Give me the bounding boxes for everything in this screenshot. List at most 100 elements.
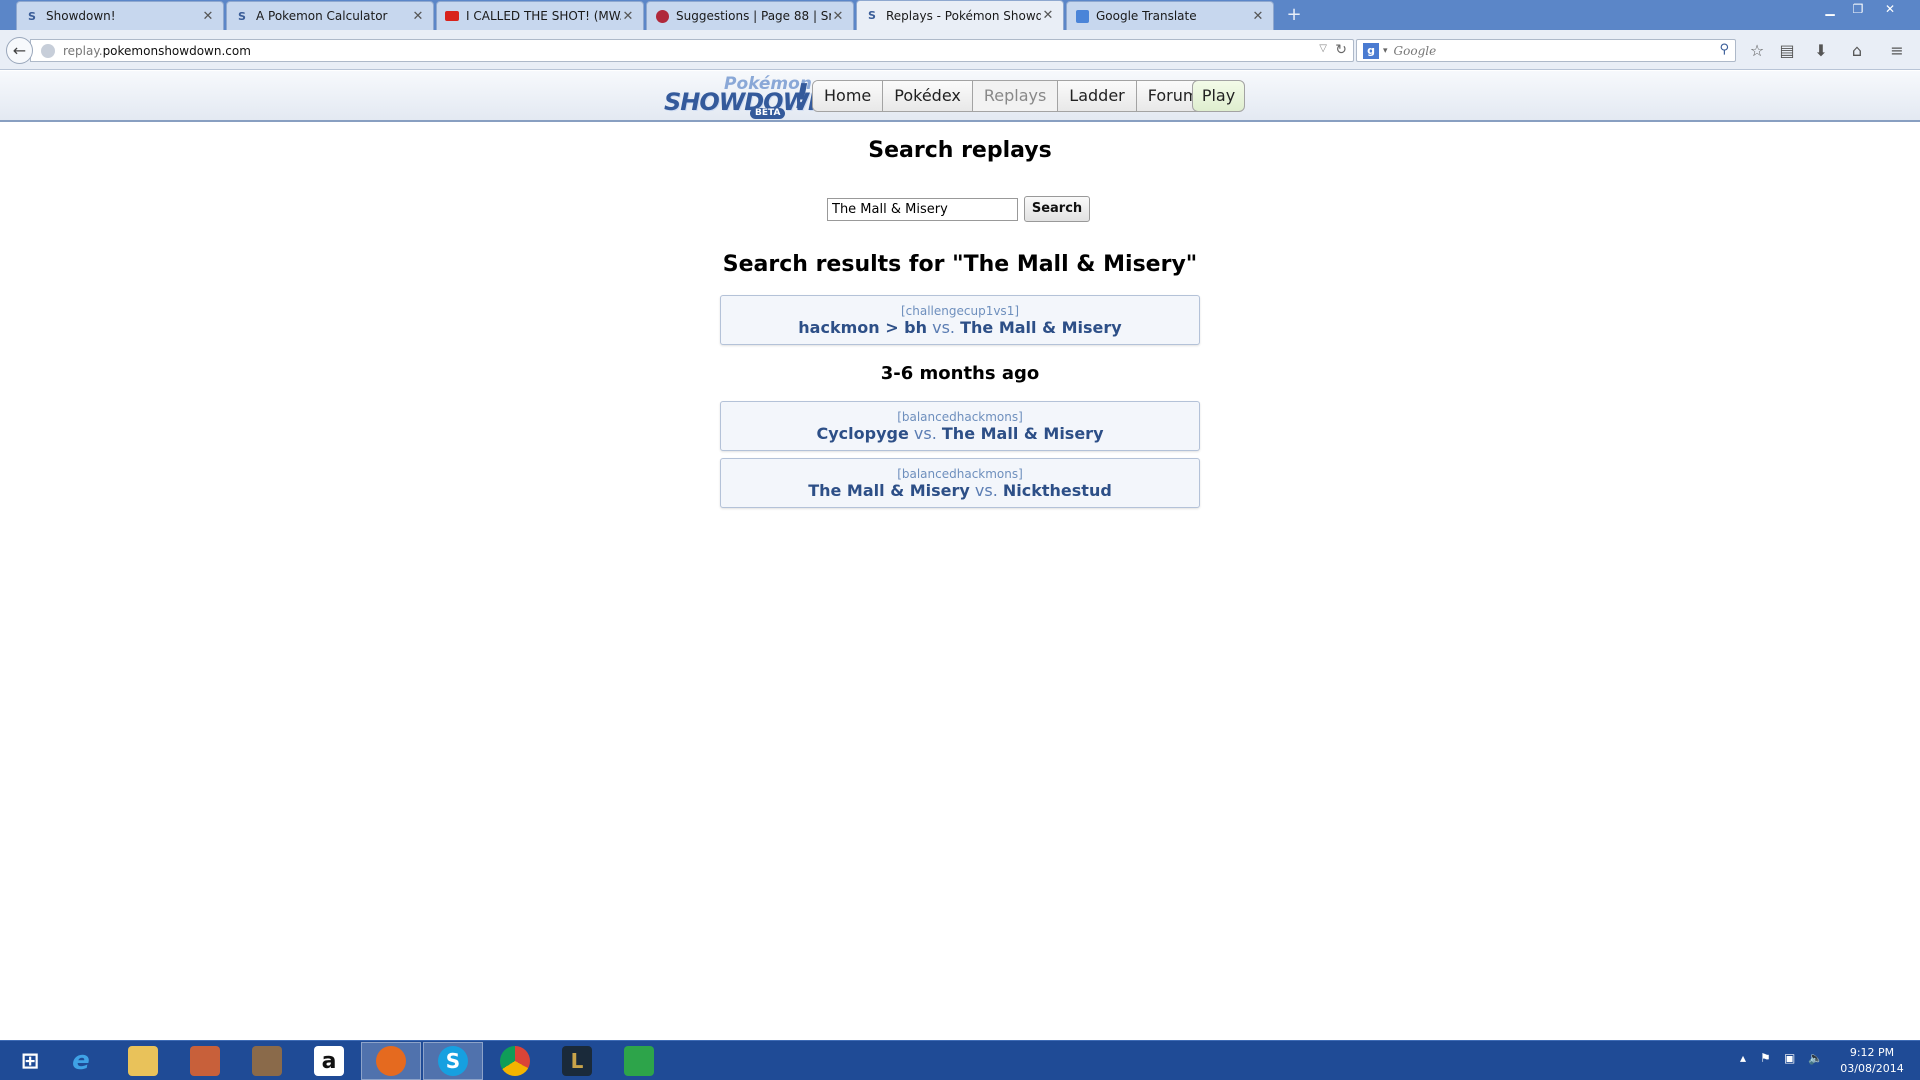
replay-format: [balancedhackmons] — [897, 410, 1023, 424]
taskbar-app-active[interactable] — [361, 1042, 421, 1080]
replay-format: [challengecup1vs1] — [900, 304, 1020, 318]
store-icon — [624, 1046, 654, 1076]
url-host: pokemonshowdown.com — [102, 43, 251, 58]
google-engine-icon[interactable]: g — [1363, 42, 1379, 59]
clock-date: 03/08/2014 — [1840, 1062, 1904, 1075]
tab-label: A Pokemon Calculator — [256, 9, 388, 23]
close-icon[interactable]: ✕ — [621, 9, 635, 24]
browser-tab[interactable]: S A Pokemon Calculator ✕ — [226, 1, 434, 30]
player-two: The Mall & Misery — [960, 318, 1122, 337]
search-icon[interactable]: ⚲ — [1719, 42, 1729, 57]
amazon-icon: a — [314, 1046, 344, 1076]
bookmark-star-icon[interactable]: ☆ — [1746, 40, 1768, 62]
taskbar-app[interactable]: e — [51, 1042, 111, 1080]
taskbar-app[interactable] — [175, 1042, 235, 1080]
back-button[interactable]: ← — [6, 37, 33, 64]
skype-icon: S — [438, 1046, 468, 1076]
nav-ladder[interactable]: Ladder — [1058, 81, 1137, 111]
close-icon[interactable]: ✕ — [831, 9, 845, 24]
page-title: Search replays — [868, 138, 1052, 163]
player-one: hackmon > bh — [798, 318, 928, 337]
search-bar[interactable]: g ▾ Google ⚲ — [1356, 39, 1736, 62]
replay-search-input[interactable] — [827, 198, 1018, 221]
home-icon[interactable]: ⌂ — [1846, 40, 1868, 62]
game-app-icon — [252, 1046, 282, 1076]
logo-exclamation-icon: ! — [794, 77, 810, 117]
results-heading: Search results for "The Mall & Misery" — [722, 252, 1198, 277]
search-button[interactable]: Search — [1024, 196, 1090, 222]
vs-label: vs. — [932, 318, 956, 337]
minimize-icon[interactable]: ▁ — [1816, 2, 1844, 20]
chevron-down-icon[interactable]: ▾ — [1383, 46, 1388, 56]
replay-result[interactable]: [challengecup1vs1] hackmon > bh vs. The … — [720, 295, 1200, 345]
window-close-icon[interactable]: ✕ — [1876, 2, 1904, 20]
new-tab-icon[interactable]: + — [1283, 4, 1305, 26]
nav-home[interactable]: Home — [813, 81, 884, 111]
network-icon[interactable]: ▣ — [1784, 1051, 1795, 1065]
close-icon[interactable]: ✕ — [201, 9, 215, 24]
browser-tab-active[interactable]: S Replays - Pokémon Showd... ✕ — [856, 0, 1064, 30]
replay-players: The Mall & Misery vs. Nickthestud — [721, 481, 1199, 501]
translate-favicon-icon — [1075, 9, 1089, 23]
showdown-favicon-icon: S — [868, 9, 876, 22]
chevron-up-icon[interactable]: ▴ — [1740, 1051, 1746, 1065]
close-icon[interactable]: ✕ — [1251, 9, 1265, 24]
system-clock[interactable]: 9:12 PM 03/08/2014 — [1832, 1045, 1912, 1077]
showdown-logo[interactable]: Pokémon SHOWDOWN ! BETA — [664, 74, 828, 119]
browser-tab[interactable]: Google Translate ✕ — [1066, 1, 1274, 30]
replay-result[interactable]: [balancedhackmons] The Mall & Misery vs.… — [720, 458, 1200, 508]
file-explorer-icon — [128, 1046, 158, 1076]
search-placeholder: Google — [1393, 43, 1437, 58]
clock-time: 9:12 PM — [1849, 1046, 1895, 1059]
internet-explorer-icon: e — [72, 1046, 90, 1076]
reading-list-icon[interactable]: ▤ — [1776, 40, 1798, 62]
site-header: Pokémon SHOWDOWN ! BETA Home Pokédex Rep… — [0, 71, 1920, 122]
taskbar-app[interactable] — [609, 1042, 669, 1080]
player-two: The Mall & Misery — [941, 424, 1104, 443]
player-one: Cyclopyge — [816, 424, 909, 443]
reload-icon[interactable]: ↻ — [1335, 42, 1347, 58]
tab-label: I CALLED THE SHOT! (MW... — [466, 9, 621, 23]
main-content: Search replays Search Search results for… — [0, 124, 1920, 1039]
showdown-favicon-icon: S — [238, 9, 246, 23]
taskbar-app-active[interactable]: S — [423, 1042, 483, 1080]
taskbar-app[interactable] — [237, 1042, 297, 1080]
tab-label: Showdown! — [46, 9, 116, 23]
chevron-down-icon[interactable]: ▽ — [1319, 43, 1327, 54]
nav-pokedex[interactable]: Pokédex — [883, 81, 973, 111]
browser-navbar: replay. pokemonshowdown.com ▽ ↻ ← g ▾ Goo… — [0, 30, 1920, 70]
league-of-legends-icon: L — [562, 1046, 592, 1076]
volume-icon[interactable]: 🔈 — [1808, 1051, 1823, 1065]
nav-replays[interactable]: Replays — [972, 81, 1059, 111]
start-icon: ⊞ — [20, 1048, 40, 1074]
site-nav: Home Pokédex Replays Ladder Forum — [812, 80, 1211, 112]
browser-tab[interactable]: Suggestions | Page 88 | Sm... ✕ — [646, 1, 854, 30]
taskbar-app[interactable] — [113, 1042, 173, 1080]
browser-tab[interactable]: I CALLED THE SHOT! (MW... ✕ — [436, 1, 644, 30]
restore-icon[interactable]: ❐ — [1844, 2, 1872, 20]
close-icon[interactable]: ✕ — [1041, 8, 1055, 23]
showdown-favicon-icon: S — [28, 9, 36, 23]
play-button[interactable]: Play — [1192, 80, 1245, 112]
player-one: The Mall & Misery — [808, 481, 970, 500]
close-icon[interactable]: ✕ — [411, 9, 425, 24]
vs-label: vs. — [974, 481, 998, 500]
tab-label: Suggestions | Page 88 | Sm... — [676, 9, 831, 23]
browser-tabstrip: S Showdown! ✕ S A Pokemon Calculator ✕ I… — [0, 0, 1920, 30]
taskbar-app[interactable]: a — [299, 1042, 359, 1080]
replay-result[interactable]: [balancedhackmons] Cyclopyge vs. The Mal… — [720, 401, 1200, 451]
taskbar-app[interactable] — [485, 1042, 545, 1080]
firefox-icon — [376, 1046, 406, 1076]
address-bar[interactable]: replay. pokemonshowdown.com ▽ ↻ — [30, 39, 1354, 62]
download-icon[interactable]: ⬇ — [1810, 40, 1832, 62]
logo-beta-badge: BETA — [750, 108, 786, 119]
flag-icon[interactable]: ⚑ — [1760, 1051, 1771, 1065]
vs-label: vs. — [913, 424, 937, 443]
site-identity-icon[interactable] — [41, 43, 55, 58]
replay-search-form: Search — [827, 196, 1090, 222]
replay-players: hackmon > bh vs. The Mall & Misery — [721, 318, 1199, 338]
tab-label: Replays - Pokémon Showd... — [886, 8, 1041, 23]
menu-icon[interactable]: ≡ — [1886, 40, 1908, 62]
taskbar-app[interactable]: L — [547, 1042, 607, 1080]
browser-tab[interactable]: S Showdown! ✕ — [16, 1, 224, 30]
